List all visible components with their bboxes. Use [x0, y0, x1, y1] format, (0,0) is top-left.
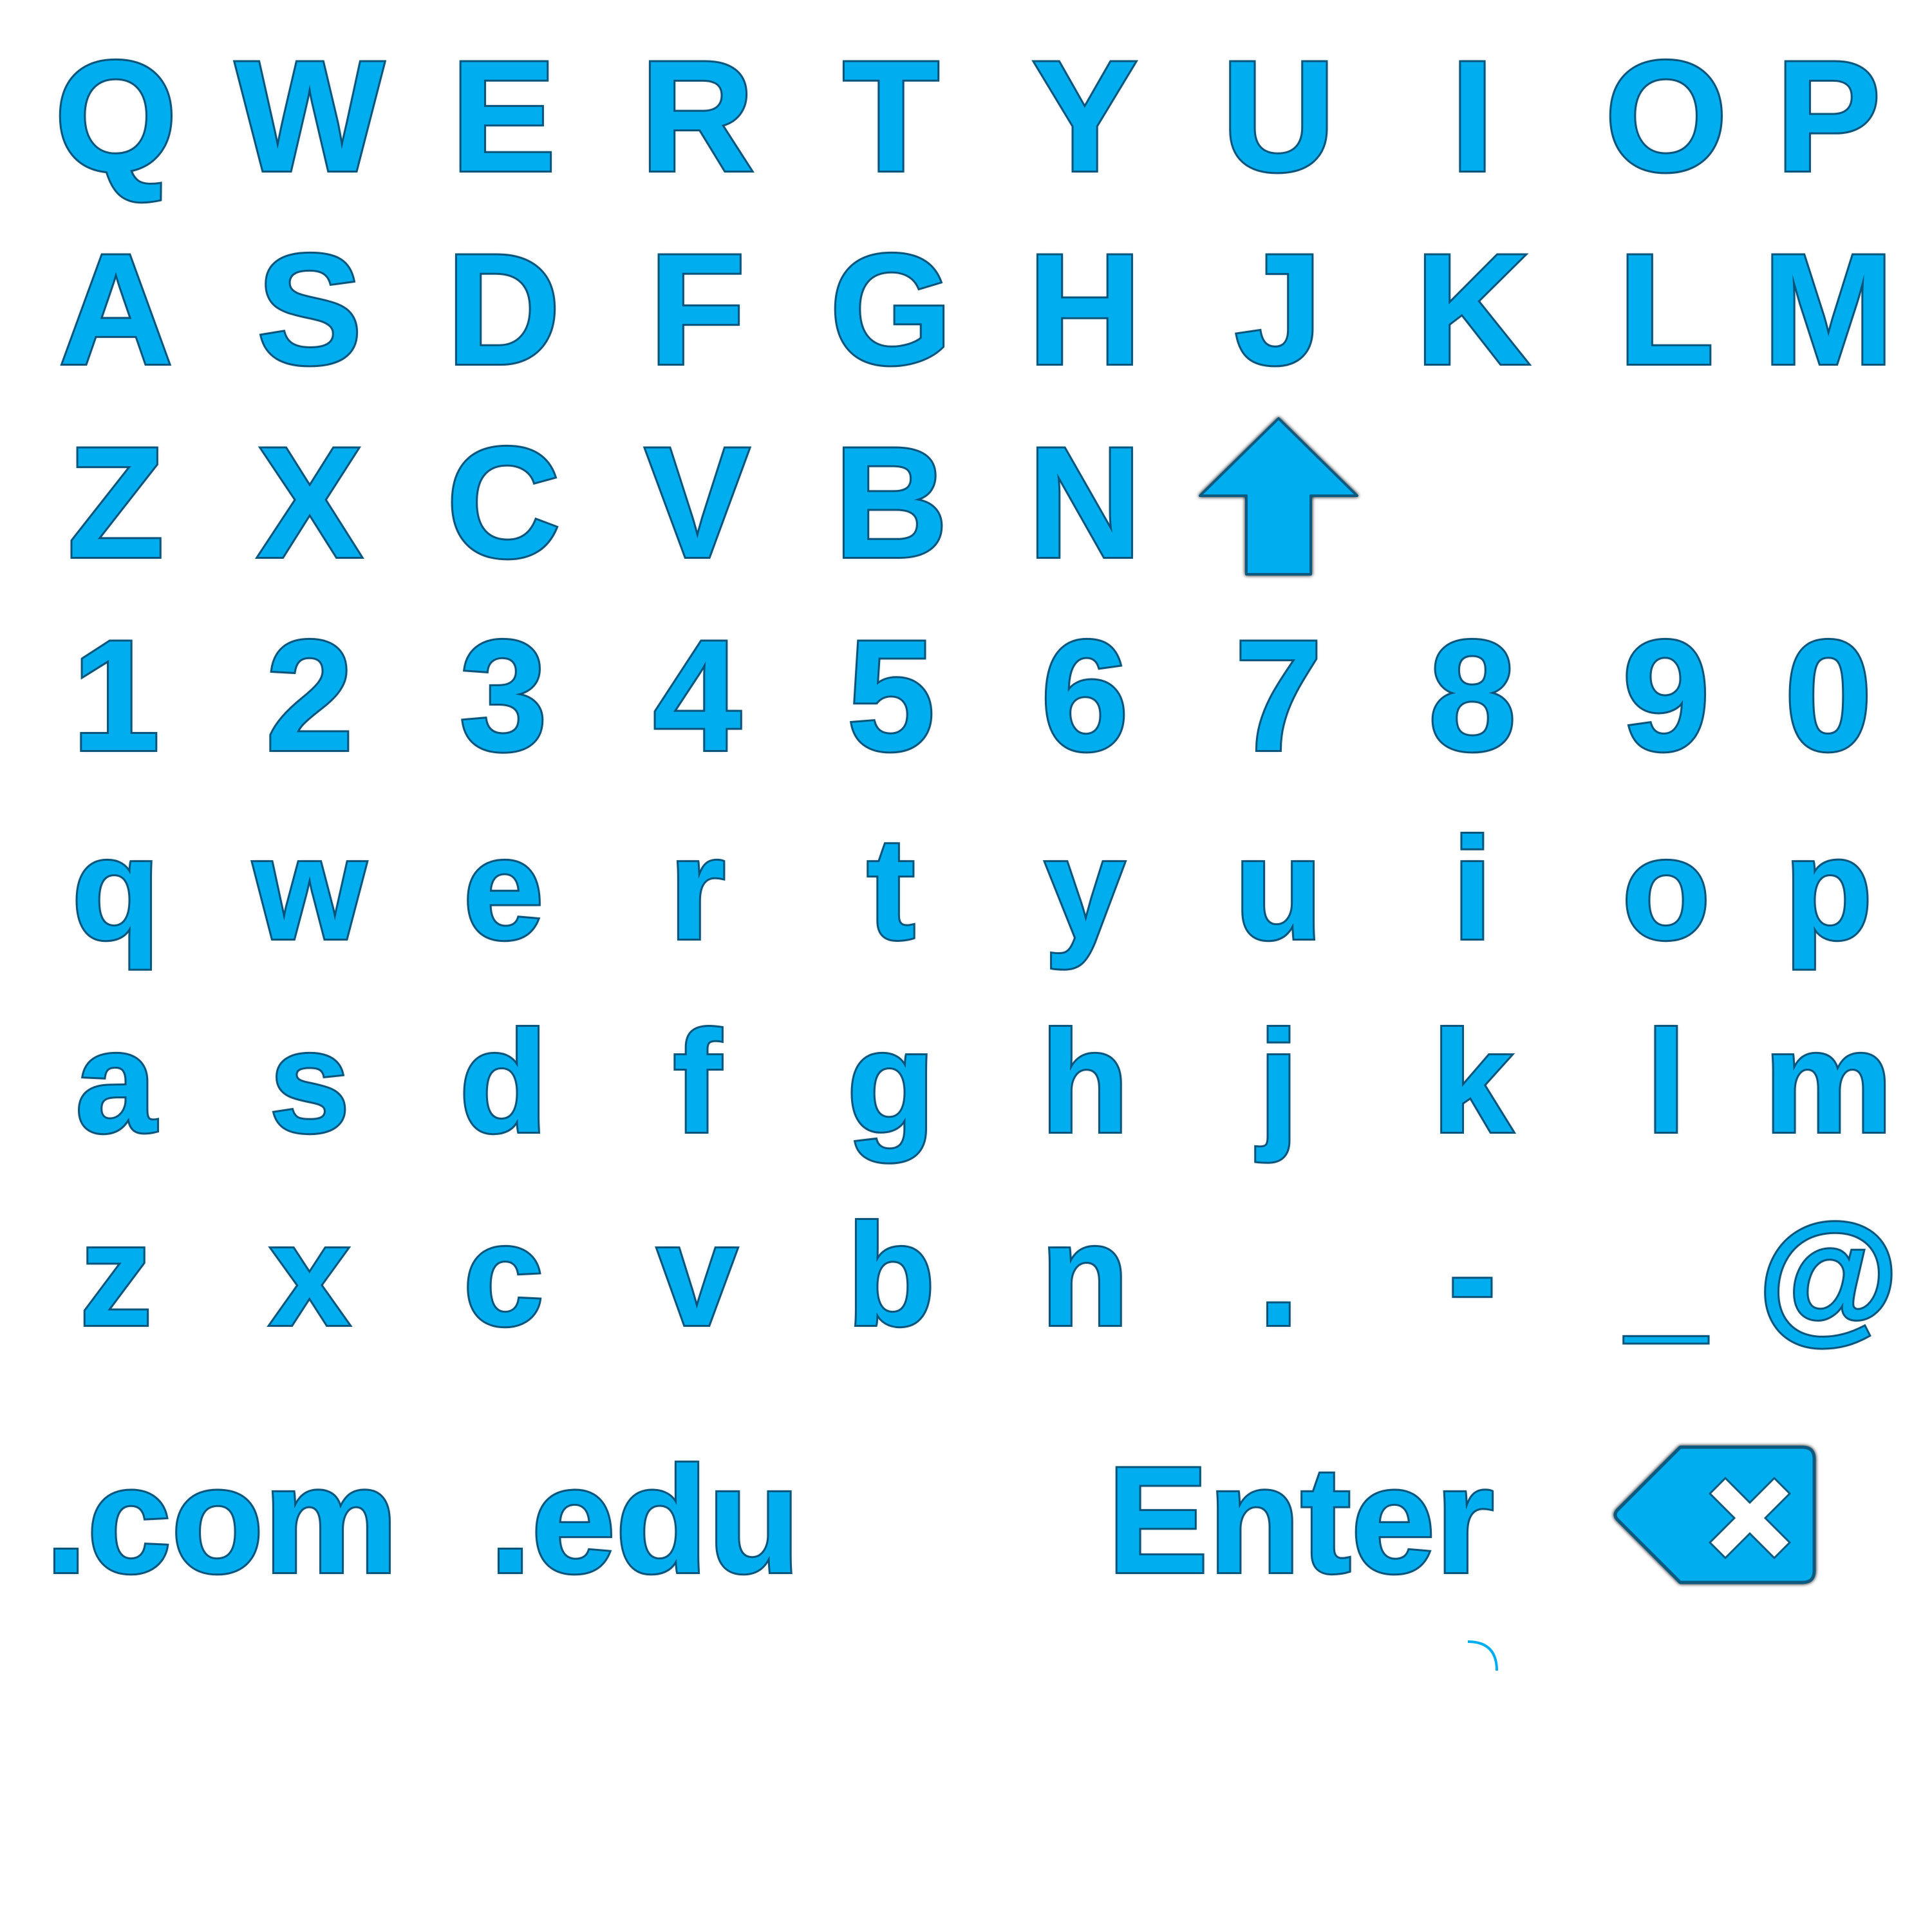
- key-R[interactable]: R: [601, 19, 794, 212]
- key-v[interactable]: v: [601, 1178, 794, 1371]
- key-J[interactable]: J: [1182, 212, 1375, 406]
- key-s[interactable]: s: [213, 985, 406, 1178]
- keyboard-row-upper-3: Z X C V B N: [19, 406, 1925, 599]
- key-6[interactable]: 6: [988, 599, 1181, 792]
- shift-up-arrow-icon[interactable]: [1182, 406, 1375, 599]
- key-P[interactable]: P: [1732, 19, 1925, 212]
- key-z[interactable]: z: [19, 1178, 212, 1371]
- key-S[interactable]: S: [213, 212, 406, 406]
- key-e[interactable]: e: [407, 792, 600, 985]
- key-U[interactable]: U: [1182, 19, 1375, 212]
- key-C[interactable]: C: [407, 406, 600, 599]
- backspace-key[interactable]: [1609, 1442, 1822, 1590]
- key-2[interactable]: 2: [213, 599, 406, 792]
- keyboard-row-lower-3: z x c v b n . - _ @: [19, 1178, 1925, 1371]
- key-4[interactable]: 4: [601, 599, 794, 792]
- key-1[interactable]: 1: [19, 599, 212, 792]
- keyboard-row-upper-2: A S D F G H J K L M: [19, 212, 1925, 406]
- key-u[interactable]: u: [1182, 792, 1375, 985]
- key-g[interactable]: g: [794, 985, 988, 1178]
- enter-key[interactable]: Enter: [1105, 1403, 1496, 1635]
- key-c[interactable]: c: [407, 1178, 600, 1371]
- key-H[interactable]: H: [988, 212, 1181, 406]
- key-p[interactable]: p: [1732, 792, 1925, 985]
- key-A[interactable]: A: [19, 212, 212, 406]
- key-D[interactable]: D: [407, 212, 600, 406]
- key-G[interactable]: G: [794, 212, 988, 406]
- keyboard-row-numbers: 1 2 3 4 5 6 7 8 9 0: [19, 599, 1925, 792]
- key-N[interactable]: N: [988, 406, 1181, 599]
- key-X[interactable]: X: [213, 406, 406, 599]
- key-q[interactable]: q: [19, 792, 212, 985]
- shift-arrow-graphic: [1199, 417, 1358, 576]
- key-j[interactable]: j: [1182, 985, 1375, 1178]
- key-h[interactable]: h: [988, 985, 1181, 1178]
- key-period[interactable]: .: [1182, 1178, 1375, 1371]
- text-input-field[interactable]: [45, 1638, 1500, 1909]
- key-x[interactable]: x: [213, 1178, 406, 1371]
- key-r[interactable]: r: [601, 792, 794, 985]
- key-m[interactable]: m: [1732, 985, 1925, 1178]
- key-K[interactable]: K: [1376, 212, 1569, 406]
- key-w[interactable]: w: [213, 792, 406, 985]
- keyboard-row-lower-1: q w e r t y u i o p: [19, 792, 1925, 985]
- keyboard-row-lower-2: a s d f g h j k l m: [19, 985, 1925, 1178]
- key-f[interactable]: f: [601, 985, 794, 1178]
- key-k[interactable]: k: [1376, 985, 1569, 1178]
- key-Y[interactable]: Y: [988, 19, 1181, 212]
- key-Q[interactable]: Q: [19, 19, 212, 212]
- key-i[interactable]: i: [1376, 792, 1569, 985]
- key-n[interactable]: n: [988, 1178, 1181, 1371]
- dotcom-key[interactable]: .com: [43, 1403, 400, 1635]
- on-screen-keyboard: Q W E R T Y U I O P A S D F G H J K L M …: [0, 0, 1932, 1932]
- key-a[interactable]: a: [19, 985, 212, 1178]
- key-Z[interactable]: Z: [19, 406, 212, 599]
- key-8[interactable]: 8: [1376, 599, 1569, 792]
- key-7[interactable]: 7: [1182, 599, 1375, 792]
- key-y[interactable]: y: [988, 792, 1181, 985]
- key-B[interactable]: B: [794, 406, 988, 599]
- key-F[interactable]: F: [601, 212, 794, 406]
- key-at[interactable]: @: [1732, 1178, 1925, 1371]
- key-I[interactable]: I: [1376, 19, 1569, 212]
- key-3[interactable]: 3: [407, 599, 600, 792]
- key-b[interactable]: b: [794, 1178, 988, 1371]
- key-T[interactable]: T: [794, 19, 988, 212]
- dotedu-key[interactable]: .edu: [487, 1403, 802, 1635]
- key-0[interactable]: 0: [1732, 599, 1925, 792]
- backspace-icon: [1613, 1445, 1816, 1584]
- key-hyphen[interactable]: -: [1376, 1178, 1569, 1371]
- key-W[interactable]: W: [213, 19, 406, 212]
- key-E[interactable]: E: [407, 19, 600, 212]
- key-V[interactable]: V: [601, 406, 794, 599]
- key-d[interactable]: d: [407, 985, 600, 1178]
- key-t[interactable]: t: [794, 792, 988, 985]
- key-M[interactable]: M: [1732, 212, 1925, 406]
- keyboard-row-upper-1: Q W E R T Y U I O P: [19, 19, 1925, 212]
- key-5[interactable]: 5: [794, 599, 988, 792]
- text-field-border: [45, 1640, 1498, 1909]
